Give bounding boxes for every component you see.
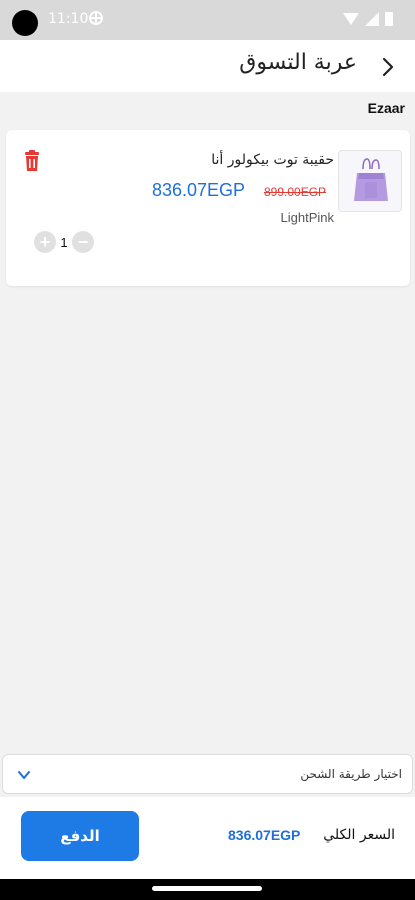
sale-price: 836.07EGP bbox=[152, 180, 246, 200]
cart-item: حقيبة توت بيكولور أنا 899.00EGP 836.07EG… bbox=[6, 130, 410, 286]
product-image[interactable] bbox=[338, 150, 402, 212]
increase-button[interactable]: + bbox=[34, 231, 56, 253]
home-handle[interactable] bbox=[152, 886, 262, 891]
battery-icon bbox=[385, 12, 393, 26]
bag-icon bbox=[354, 158, 388, 201]
quantity-stepper: + 1 − bbox=[34, 231, 94, 253]
seller-name: Ezaar bbox=[367, 100, 405, 116]
app-bar: عربة التسوق bbox=[0, 40, 415, 92]
wifi-icon bbox=[343, 13, 359, 25]
shipping-method-select[interactable]: اختيار طريقة الشحن bbox=[2, 754, 413, 794]
quantity-value: 1 bbox=[60, 234, 68, 250]
status-time: 11:10 bbox=[48, 11, 89, 27]
shipping-placeholder: اختيار طريقة الشحن bbox=[300, 767, 402, 781]
pay-button[interactable]: الدفع bbox=[21, 811, 139, 861]
vpn-icon bbox=[89, 11, 103, 25]
checkout-bar: الدفع 836.07EGP السعر الكلي bbox=[0, 797, 415, 879]
original-price: 899.00EGP bbox=[264, 185, 327, 199]
navigation-bar bbox=[0, 879, 415, 900]
back-arrow-icon[interactable] bbox=[377, 56, 399, 78]
status-bar: 11:10 bbox=[0, 0, 415, 40]
page-title: عربة التسوق bbox=[239, 50, 357, 75]
total-label: السعر الكلي bbox=[323, 827, 395, 843]
decrease-button[interactable]: − bbox=[72, 231, 94, 253]
trash-icon[interactable] bbox=[22, 150, 42, 172]
system-icons bbox=[343, 12, 393, 26]
total-value: 836.07EGP bbox=[228, 827, 301, 843]
product-name[interactable]: حقيبة توت بيكولور أنا bbox=[211, 152, 334, 168]
chevron-down-icon bbox=[18, 771, 30, 779]
variant-color: LightPink bbox=[280, 210, 334, 225]
camera-cutout bbox=[12, 10, 38, 36]
signal-icon bbox=[365, 12, 379, 26]
